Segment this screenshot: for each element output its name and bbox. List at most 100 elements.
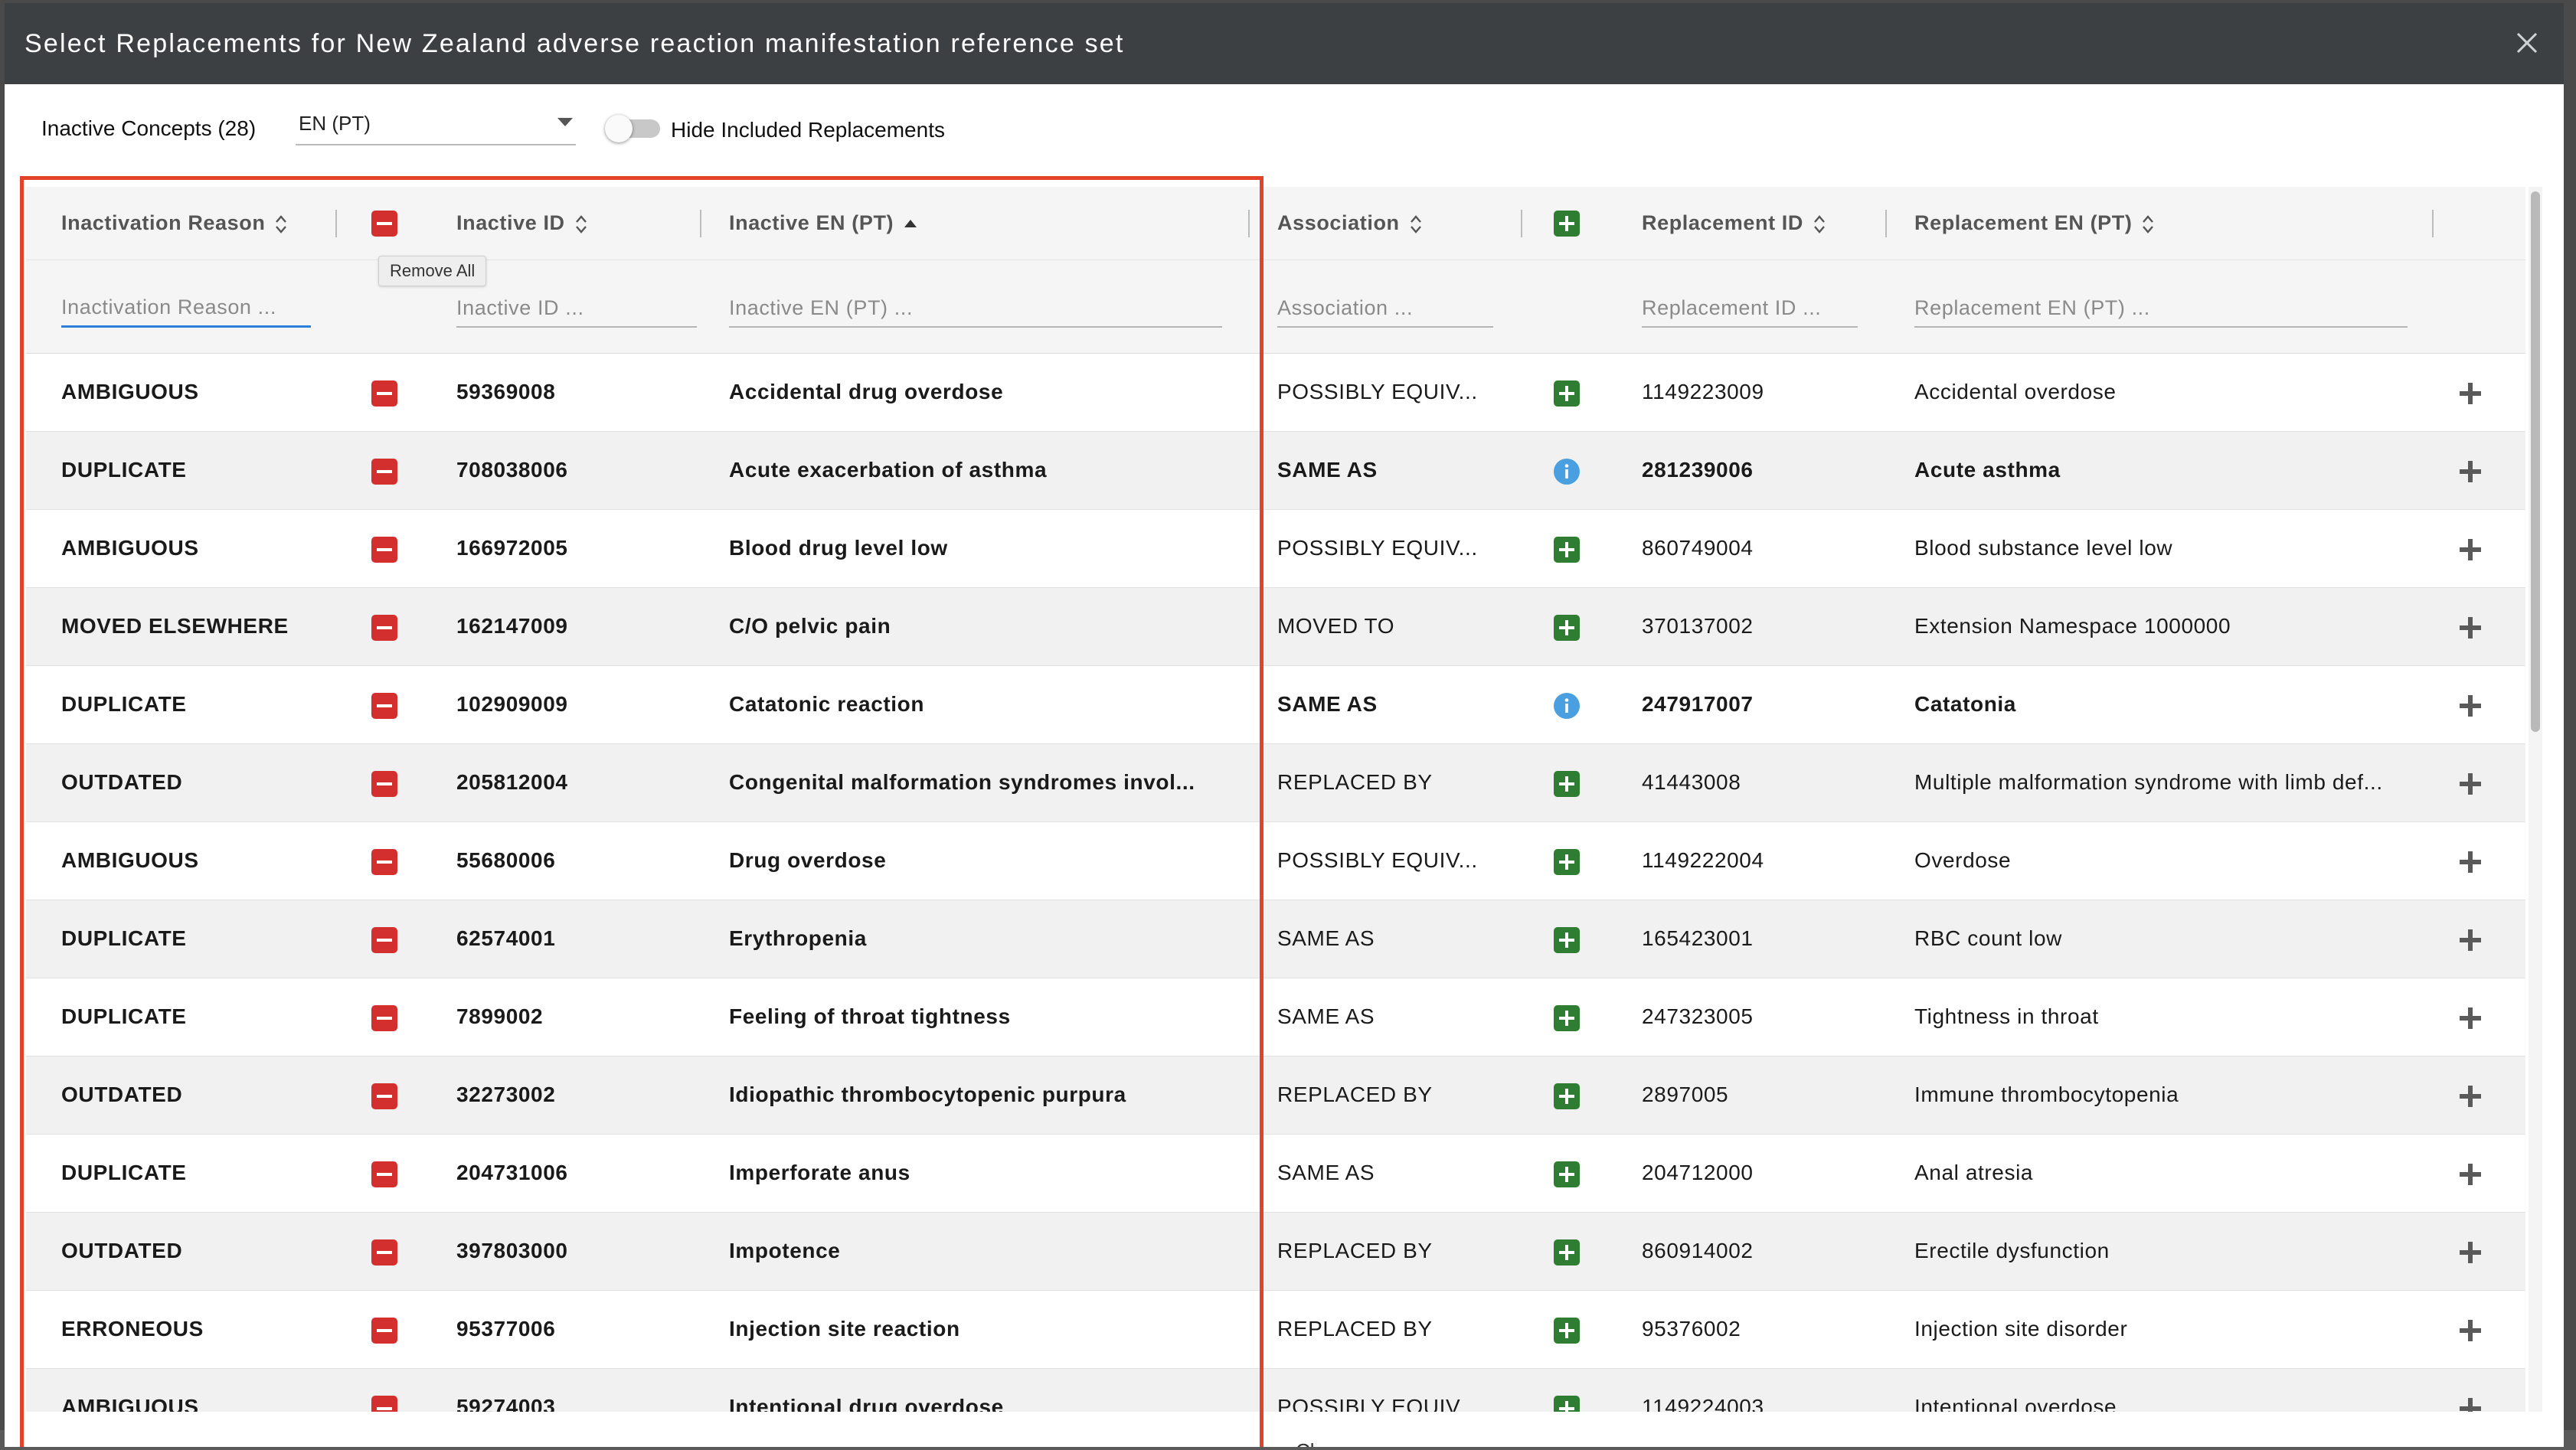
column-divider[interactable] — [1521, 210, 1522, 237]
plus-icon[interactable] — [2457, 1004, 2484, 1032]
column-header-association[interactable]: Association — [1277, 211, 1423, 235]
add-replacement-icon[interactable] — [1553, 1161, 1581, 1188]
vertical-scrollbar[interactable] — [2529, 187, 2542, 1412]
column-divider[interactable] — [1248, 210, 1250, 237]
replacement-id-cell: 95376002 — [1642, 1317, 1741, 1341]
add-replacement-icon[interactable] — [1553, 848, 1581, 876]
add-all-icon[interactable] — [1553, 210, 1581, 237]
remove-icon[interactable] — [371, 848, 398, 876]
association-cell[interactable]: MOVED TO — [1277, 614, 1507, 638]
plus-icon[interactable] — [2457, 1317, 2484, 1344]
association-cell[interactable]: REPLACED BY — [1277, 1083, 1507, 1107]
plus-icon[interactable] — [2457, 692, 2484, 720]
close-button[interactable]: Close — [1296, 1439, 1346, 1447]
replacement-id-cell: 165423001 — [1642, 926, 1754, 950]
association-filter[interactable] — [1277, 294, 1493, 328]
add-replacement-icon[interactable] — [1553, 1083, 1581, 1110]
add-replacement-icon[interactable] — [1553, 1239, 1581, 1266]
scrollbar-thumb[interactable] — [2531, 191, 2540, 732]
plus-icon[interactable] — [2457, 458, 2484, 485]
column-divider[interactable] — [700, 210, 701, 237]
plus-icon[interactable] — [2457, 848, 2484, 876]
inactive-en-cell: Erythropenia — [729, 926, 867, 950]
table-row: MOVED ELSEWHERE 162147009 C/O pelvic pain M… — [26, 588, 2525, 666]
remove-icon[interactable] — [371, 1083, 398, 1110]
inactive-en-cell: Impotence — [729, 1239, 841, 1262]
hide-included-toggle[interactable] — [605, 115, 663, 142]
remove-icon[interactable] — [371, 1161, 398, 1188]
plus-icon[interactable] — [2457, 926, 2484, 954]
association-cell[interactable]: SAME AS — [1277, 926, 1507, 951]
remove-icon[interactable] — [371, 1317, 398, 1344]
remove-icon[interactable] — [371, 458, 398, 485]
hide-included-label: Hide Included Replacements — [671, 118, 945, 142]
replacement-en-filter[interactable] — [1914, 294, 2408, 328]
language-select[interactable]: EN (PT) — [296, 107, 576, 145]
add-replacement-icon[interactable] — [1553, 380, 1581, 407]
association-cell[interactable]: POSSIBLY EQUIV... — [1277, 1395, 1507, 1412]
remove-icon[interactable] — [371, 614, 398, 642]
association-cell[interactable]: POSSIBLY EQUIV... — [1277, 848, 1507, 873]
association-cell[interactable]: REPLACED BY — [1277, 1239, 1507, 1263]
association-cell[interactable]: REPLACED BY — [1277, 1317, 1507, 1341]
plus-icon[interactable] — [2457, 1161, 2484, 1188]
plus-icon[interactable] — [2457, 1395, 2484, 1412]
column-header-inactivation-reason[interactable]: Inactivation Reason — [61, 211, 288, 235]
inactivation-reason-filter[interactable] — [61, 294, 311, 328]
inactivation-reason-cell: DUPLICATE — [61, 458, 187, 482]
association-cell[interactable]: REPLACED BY — [1277, 770, 1507, 795]
remove-icon[interactable] — [371, 770, 398, 798]
remove-icon[interactable] — [371, 1395, 398, 1412]
table-row: ERRONEOUS 95377006 Injection site reaction… — [26, 1291, 2525, 1369]
add-replacement-icon[interactable] — [1553, 926, 1581, 954]
info-icon[interactable] — [1553, 458, 1581, 485]
association-cell[interactable]: POSSIBLY EQUIV... — [1277, 536, 1507, 560]
add-replacement-icon[interactable] — [1553, 1004, 1581, 1032]
info-icon[interactable] — [1553, 692, 1581, 720]
inactive-en-cell: Idiopathic thrombocytopenic purpura — [729, 1083, 1126, 1106]
inactive-en-filter[interactable] — [729, 294, 1222, 328]
association-cell[interactable]: POSSIBLY EQUIV... — [1277, 380, 1507, 404]
sort-icon — [2141, 214, 2155, 235]
association-cell[interactable]: SAME AS — [1277, 458, 1507, 482]
remove-icon[interactable] — [371, 926, 398, 954]
column-header-replacement-en[interactable]: Replacement EN (PT) — [1914, 211, 2155, 235]
plus-icon[interactable] — [2457, 1083, 2484, 1110]
plus-icon[interactable] — [2457, 770, 2484, 798]
inactive-id-cell: 55680006 — [456, 848, 556, 872]
inactive-id-cell: 162147009 — [456, 614, 568, 638]
remove-icon[interactable] — [371, 536, 398, 563]
remove-icon[interactable] — [371, 1239, 398, 1266]
inactive-id-cell: 708038006 — [456, 458, 568, 482]
remove-icon[interactable] — [371, 1004, 398, 1032]
replacement-en-cell: Injection site disorder — [1914, 1317, 2128, 1341]
plus-icon[interactable] — [2457, 380, 2484, 407]
association-cell[interactable]: SAME AS — [1277, 1161, 1507, 1185]
column-divider[interactable] — [335, 210, 337, 237]
add-replacement-icon[interactable] — [1553, 770, 1581, 798]
plus-icon[interactable] — [2457, 614, 2484, 642]
add-replacement-icon[interactable] — [1553, 614, 1581, 642]
inactive-id-cell: 204731006 — [456, 1161, 568, 1184]
association-cell[interactable]: SAME AS — [1277, 1004, 1507, 1029]
column-divider[interactable] — [2432, 210, 2434, 237]
remove-all-icon[interactable] — [371, 210, 398, 237]
plus-icon[interactable] — [2457, 536, 2484, 563]
column-divider[interactable] — [1885, 210, 1887, 237]
column-header-inactive-id[interactable]: Inactive ID — [456, 211, 588, 235]
add-replacement-icon[interactable] — [1553, 1395, 1581, 1412]
column-header-inactive-en[interactable]: Inactive EN (PT) — [729, 211, 918, 235]
replacement-id-filter[interactable] — [1642, 294, 1858, 328]
inactivation-reason-cell: DUPLICATE — [61, 692, 187, 716]
chevron-down-icon — [557, 118, 573, 126]
remove-icon[interactable] — [371, 380, 398, 407]
association-cell[interactable]: SAME AS — [1277, 692, 1507, 717]
column-header-replacement-id[interactable]: Replacement ID — [1642, 211, 1826, 235]
remove-icon[interactable] — [371, 692, 398, 720]
inactive-id-filter[interactable] — [456, 294, 697, 328]
add-replacement-icon[interactable] — [1553, 536, 1581, 563]
add-replacement-icon[interactable] — [1553, 1317, 1581, 1344]
close-icon[interactable] — [2510, 26, 2544, 60]
plus-icon[interactable] — [2457, 1239, 2484, 1266]
inactive-en-cell: Injection site reaction — [729, 1317, 960, 1341]
